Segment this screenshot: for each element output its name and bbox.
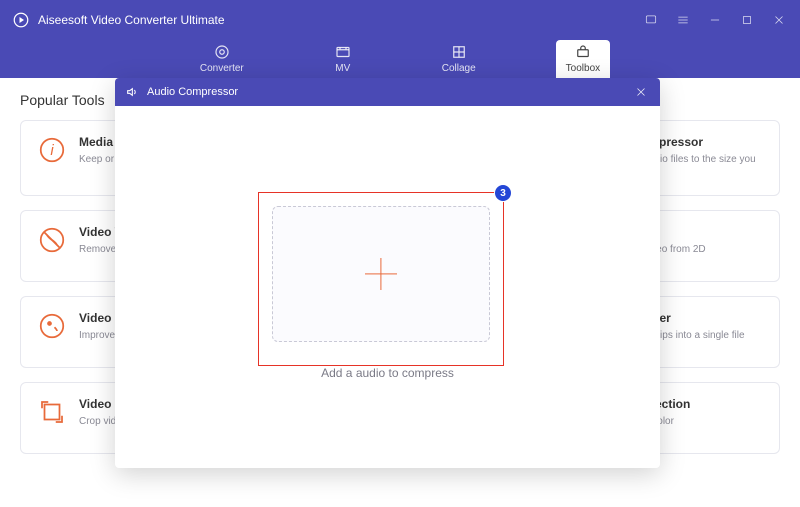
modal-overlay: Audio Compressor 3 Add a audio to compre… [0, 78, 800, 507]
callout-frame: 3 [258, 192, 504, 366]
tab-label: Converter [200, 63, 244, 74]
tab-mv[interactable]: MV [324, 40, 362, 78]
feedback-icon[interactable] [642, 11, 660, 29]
tab-label: Collage [442, 63, 476, 74]
tab-converter[interactable]: Converter [190, 40, 254, 78]
modal-header: Audio Compressor [115, 78, 660, 106]
window-controls [642, 11, 788, 29]
audio-icon [125, 84, 141, 100]
app-logo [12, 11, 30, 29]
app-title: Aiseesoft Video Converter Ultimate [38, 13, 642, 27]
audio-compressor-modal: Audio Compressor 3 Add a audio to compre… [115, 78, 660, 468]
minimize-icon[interactable] [706, 11, 724, 29]
main-tabs: Converter MV Collage Toolbox [0, 40, 800, 78]
modal-close-button[interactable] [632, 83, 650, 101]
tab-label: MV [335, 63, 350, 74]
modal-title: Audio Compressor [147, 86, 632, 98]
maximize-icon[interactable] [738, 11, 756, 29]
callout-marker: 3 [494, 184, 512, 202]
close-icon[interactable] [770, 11, 788, 29]
tab-toolbox[interactable]: Toolbox [556, 40, 610, 78]
tab-label: Toolbox [566, 63, 600, 74]
title-bar: Aiseesoft Video Converter Ultimate [0, 0, 800, 40]
menu-icon[interactable] [674, 11, 692, 29]
dropzone-label: Add a audio to compress [321, 366, 454, 380]
modal-body: 3 Add a audio to compress [115, 106, 660, 468]
tab-collage[interactable]: Collage [432, 40, 486, 78]
